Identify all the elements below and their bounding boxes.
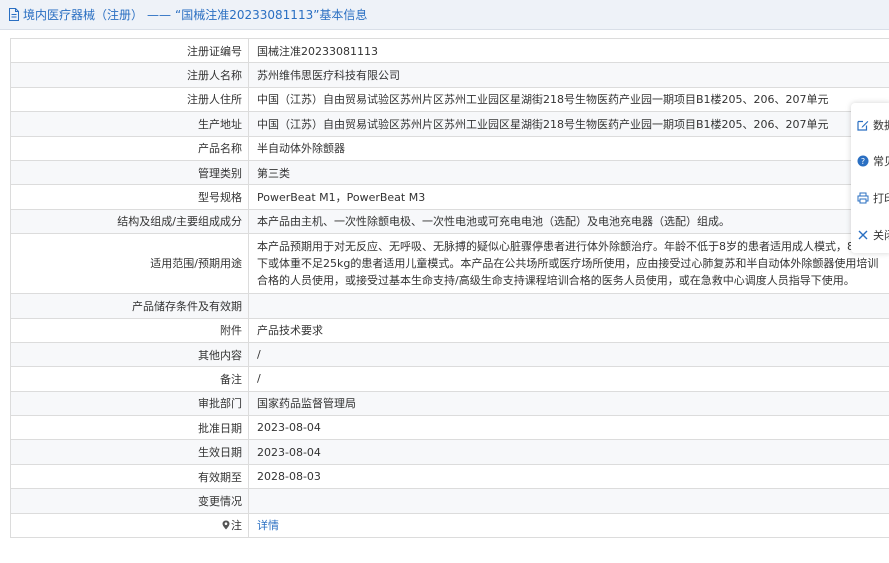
row-value: / bbox=[248, 366, 889, 392]
breadcrumb-separator: —— bbox=[147, 7, 172, 22]
table-row: 生产地址 中国（江苏）自由贸易试验区苏州片区苏州工业园区星湖街218号生物医药产… bbox=[10, 111, 889, 137]
row-label: 其他内容 bbox=[10, 341, 249, 368]
table-row: 注册人名称 苏州维伟思医疗科技有限公司 bbox=[10, 62, 889, 88]
row-label: 变更情况 bbox=[10, 488, 249, 514]
float-item-label: 打印 bbox=[873, 192, 889, 205]
breadcrumb: 境内医疗器械（注册） —— “国械注准20233081113”基本信息 bbox=[0, 0, 889, 30]
print-icon bbox=[857, 192, 869, 204]
row-label: 有效期至 bbox=[10, 463, 249, 490]
document-icon bbox=[9, 8, 19, 21]
table-row: 备注 / bbox=[10, 366, 889, 392]
row-value: 本产品由主机、一次性除颤电极、一次性电池或可充电电池（选配）及电池充电器（选配）… bbox=[248, 208, 889, 235]
table-row: 型号规格 PowerBeat M1，PowerBeat M3 bbox=[10, 184, 889, 210]
faq-button[interactable]: ? 常见 bbox=[857, 151, 889, 171]
registration-info-table: 注册证编号 国械注准20233081113 注册人名称 苏州维伟思医疗科技有限公… bbox=[10, 37, 889, 539]
row-value: 详情 bbox=[248, 512, 889, 539]
row-value: / bbox=[248, 341, 889, 368]
row-label: 管理类别 bbox=[10, 159, 249, 186]
row-value: 2028-08-03 bbox=[248, 463, 889, 490]
floating-action-panel: 数据 ? 常见 打印 关闭 bbox=[851, 103, 889, 253]
row-value bbox=[248, 488, 889, 514]
edit-icon bbox=[857, 120, 869, 131]
table-row: 产品名称 半自动体外除颤器 bbox=[10, 135, 889, 161]
table-row: 结构及组成/主要组成成分 本产品由主机、一次性除颤电极、一次性电池或可充电电池（… bbox=[10, 208, 889, 235]
row-value: 2023-08-04 bbox=[248, 439, 889, 465]
row-label: 产品名称 bbox=[10, 135, 249, 161]
row-label: 适用范围/预期用途 bbox=[10, 233, 249, 295]
print-button[interactable]: 打印 bbox=[857, 188, 889, 208]
row-value: 国械注准20233081113 bbox=[248, 37, 889, 64]
row-value: 中国（江苏）自由贸易试验区苏州片区苏州工业园区星湖街218号生物医药产业园一期项… bbox=[248, 86, 889, 113]
table-row: 生效日期 2023-08-04 bbox=[10, 439, 889, 465]
row-value: 产品技术要求 bbox=[248, 317, 889, 343]
note-label: 注 bbox=[231, 519, 242, 533]
row-label: 备注 bbox=[10, 366, 249, 392]
page-title: “国械注准20233081113”基本信息 bbox=[175, 8, 368, 22]
table-row: 注册人住所 中国（江苏）自由贸易试验区苏州片区苏州工业园区星湖街218号生物医药… bbox=[10, 86, 889, 113]
row-label: 生效日期 bbox=[10, 439, 249, 465]
table-row: 管理类别 第三类 bbox=[10, 159, 889, 186]
row-label: 批准日期 bbox=[10, 415, 249, 441]
float-item-label: 关闭 bbox=[873, 229, 889, 242]
row-label: 附件 bbox=[10, 317, 249, 343]
row-label: 注册人住所 bbox=[10, 86, 249, 113]
table-row: 附件 产品技术要求 bbox=[10, 317, 889, 343]
table-row: 注册证编号 国械注准20233081113 bbox=[10, 37, 889, 64]
row-value: PowerBeat M1，PowerBeat M3 bbox=[248, 184, 889, 210]
row-label: 产品储存条件及有效期 bbox=[10, 293, 249, 319]
row-label: 生产地址 bbox=[10, 111, 249, 137]
table-row: 其他内容 / bbox=[10, 341, 889, 368]
breadcrumb-category-link[interactable]: 境内医疗器械（注册） bbox=[23, 6, 143, 23]
row-value: 半自动体外除颤器 bbox=[248, 135, 889, 161]
row-value: 国家药品监督管理局 bbox=[248, 390, 889, 417]
table-row: 有效期至 2028-08-03 bbox=[10, 463, 889, 490]
help-icon: ? bbox=[857, 155, 869, 167]
row-value: 苏州维伟思医疗科技有限公司 bbox=[248, 62, 889, 88]
row-value: 本产品预期用于对无反应、无呼吸、无脉搏的疑似心脏骤停患者进行体外除颤治疗。年龄不… bbox=[248, 233, 889, 295]
table-row: 产品储存条件及有效期 bbox=[10, 293, 889, 319]
float-item-label: 数据 bbox=[873, 119, 889, 132]
details-link[interactable]: 详情 bbox=[257, 519, 279, 532]
data-correction-button[interactable]: 数据 bbox=[857, 115, 889, 135]
table-row: 审批部门 国家药品监督管理局 bbox=[10, 390, 889, 417]
row-value bbox=[248, 293, 889, 319]
location-pin-icon bbox=[222, 520, 230, 530]
close-button[interactable]: 关闭 bbox=[857, 225, 889, 245]
table-row: 批准日期 2023-08-04 bbox=[10, 415, 889, 441]
row-label-note: 注 bbox=[10, 512, 249, 539]
table-row: 注 详情 bbox=[10, 512, 889, 539]
row-label: 注册证编号 bbox=[10, 37, 249, 64]
row-label: 结构及组成/主要组成成分 bbox=[10, 208, 249, 235]
row-label: 注册人名称 bbox=[10, 62, 249, 88]
row-value: 2023-08-04 bbox=[248, 415, 889, 441]
row-value: 中国（江苏）自由贸易试验区苏州片区苏州工业园区星湖街218号生物医药产业园一期项… bbox=[248, 111, 889, 137]
table-row: 适用范围/预期用途 本产品预期用于对无反应、无呼吸、无脉搏的疑似心脏骤停患者进行… bbox=[10, 233, 889, 295]
close-icon bbox=[858, 230, 868, 240]
row-label: 审批部门 bbox=[10, 390, 249, 417]
row-value: 第三类 bbox=[248, 159, 889, 186]
table-row: 变更情况 bbox=[10, 488, 889, 514]
svg-text:?: ? bbox=[861, 157, 865, 166]
float-item-label: 常见 bbox=[873, 155, 889, 168]
row-label: 型号规格 bbox=[10, 184, 249, 210]
